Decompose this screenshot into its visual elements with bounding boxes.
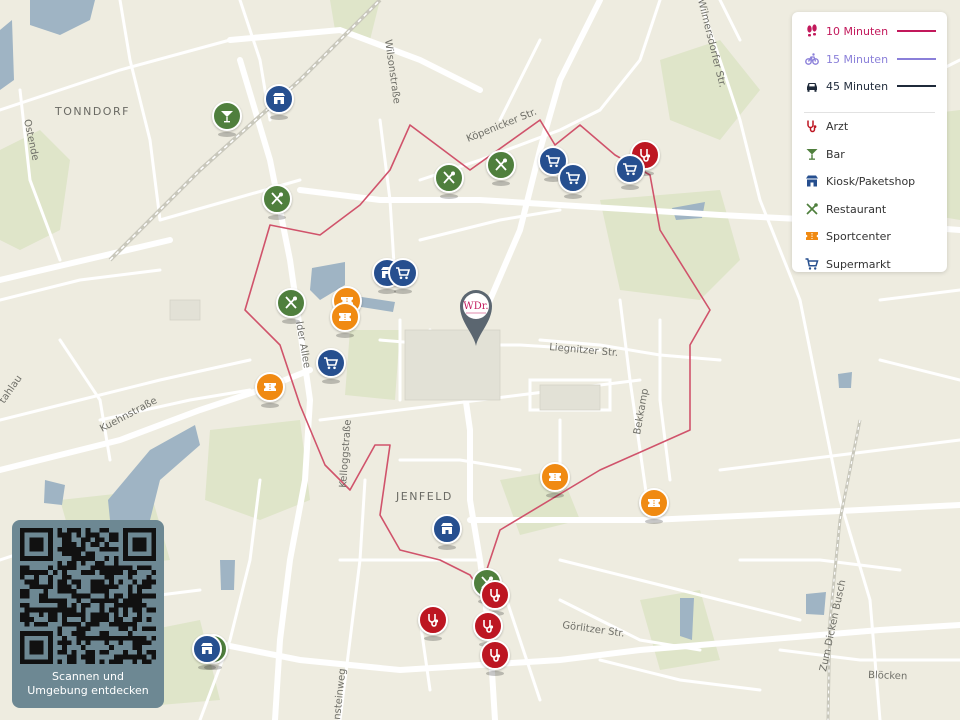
location-pin-icon[interactable]: WDr. (457, 286, 495, 348)
stethoscope-icon (490, 649, 501, 662)
legend-category-arzt[interactable]: Arzt (804, 117, 848, 135)
poi-arzt[interactable] (418, 605, 448, 643)
poi-sportcenter[interactable] (255, 372, 285, 410)
poi-restaurant[interactable] (262, 184, 292, 222)
stethoscope-icon (428, 614, 439, 627)
ticket-icon (339, 313, 351, 321)
legend-category-label: Bar (826, 147, 845, 161)
legend-route-car[interactable]: 45 Minuten (804, 77, 888, 95)
cocktail-icon (221, 111, 233, 123)
poi-sportcenter[interactable] (330, 302, 360, 340)
qr-code-card[interactable]: Scannen und Umgebung entdecken (12, 520, 164, 708)
legend-line-bicycle (897, 58, 936, 60)
stethoscope-icon (483, 620, 494, 633)
cutlery-icon (271, 192, 283, 205)
poi-supermarkt[interactable] (615, 154, 645, 192)
cart-icon (396, 267, 411, 280)
cutlery-icon (285, 296, 297, 309)
shop-icon (804, 173, 820, 189)
cutlery-icon (804, 201, 820, 217)
cocktail-icon (804, 146, 820, 162)
stethoscope-icon (490, 589, 501, 602)
legend-route-label: 15 Minuten (826, 52, 889, 66)
legend-category-restaurant[interactable]: Restaurant (804, 200, 886, 218)
location-pin-logo: WDr. (463, 301, 488, 312)
map-legend: 10 Minuten 15 Minuten 45 Minuten Arzt Ba… (792, 12, 947, 272)
cart-icon (566, 172, 581, 185)
qr-caption-line-2: Umgebung entdecken (27, 684, 149, 697)
cart-icon (804, 256, 820, 272)
legend-category-label: Supermarkt (826, 257, 891, 271)
poi-restaurant[interactable] (434, 163, 464, 201)
poi-supermarkt[interactable] (388, 258, 418, 296)
walking-icon (804, 23, 820, 39)
legend-line-walking (897, 30, 936, 32)
legend-category-kiosk[interactable]: Kiosk/Paketshop (804, 172, 915, 190)
poi-bar[interactable] (212, 101, 242, 139)
qr-caption: Scannen und Umgebung entdecken (12, 670, 164, 698)
stethoscope-icon (804, 118, 820, 134)
poi-kiosk[interactable] (264, 84, 294, 122)
shop-icon (441, 523, 453, 534)
poi-supermarkt[interactable] (316, 348, 346, 386)
legend-category-supermarkt[interactable]: Supermarkt (804, 255, 891, 273)
poi-restaurant[interactable] (276, 288, 306, 326)
legend-route-bicycle[interactable]: 15 Minuten (804, 50, 888, 68)
poi-kiosk[interactable] (432, 514, 462, 552)
shop-icon (273, 93, 285, 104)
legend-category-bar[interactable]: Bar (804, 145, 845, 163)
legend-separator (804, 112, 935, 113)
legend-route-walking[interactable]: 10 Minuten (804, 22, 888, 40)
bicycle-icon (804, 51, 820, 67)
poi-restaurant[interactable] (486, 150, 516, 188)
legend-category-label: Sportcenter (826, 229, 891, 243)
ticket-icon (549, 473, 561, 481)
district-label-tonndorf: TONNDORF (54, 105, 130, 118)
legend-category-label: Kiosk/Paketshop (826, 174, 916, 188)
cutlery-icon (443, 171, 455, 184)
poi-arzt[interactable] (480, 640, 510, 678)
poi-supermarkt[interactable] (558, 163, 588, 201)
qr-code-icon (20, 528, 156, 664)
map-canvas[interactable]: TONNDORF JENFELD Ostende Wilsonstraße Kö… (0, 0, 960, 720)
cart-icon (623, 163, 638, 176)
legend-category-label: Arzt (826, 119, 849, 133)
poi-sportcenter[interactable] (540, 462, 570, 500)
car-icon (804, 78, 820, 94)
legend-category-label: Restaurant (826, 202, 887, 216)
ticket-icon (648, 499, 660, 507)
ticket-icon (804, 228, 820, 244)
legend-category-sportcenter[interactable]: Sportcenter (804, 227, 891, 245)
poi-kiosk[interactable] (192, 634, 222, 672)
cutlery-icon (495, 158, 507, 171)
poi-sportcenter[interactable] (639, 488, 669, 526)
legend-line-car (897, 85, 936, 87)
qr-caption-line-1: Scannen und (52, 670, 124, 683)
cart-icon (324, 357, 339, 370)
street-label-bloecken: Blöcken (868, 670, 908, 682)
legend-route-label: 10 Minuten (826, 24, 889, 38)
ticket-icon (264, 383, 276, 391)
shop-icon (201, 643, 213, 654)
district-label-jenfeld: JENFELD (395, 490, 453, 503)
legend-route-label: 45 Minuten (826, 79, 889, 93)
